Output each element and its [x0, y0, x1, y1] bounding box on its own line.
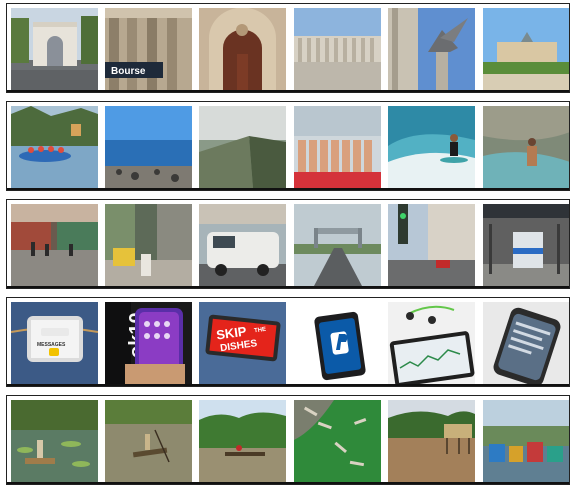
thumb-market-street[interactable]: [11, 204, 98, 286]
thumb-highway-gate[interactable]: [294, 204, 381, 286]
image-row-2: [6, 101, 570, 191]
thumb-river-raft-wading[interactable]: [11, 400, 98, 482]
thumb-coastal-wall[interactable]: [199, 106, 286, 188]
thumb-beach-shore[interactable]: [105, 106, 192, 188]
thumb-surfer-wave[interactable]: [388, 106, 475, 188]
thumb-earbuds-tablet[interactable]: [388, 302, 475, 384]
thumb-phone-in-hand[interactable]: ok10: [105, 302, 192, 384]
thumb-stilt-houses-river[interactable]: [388, 400, 475, 482]
thumb-phone-on-desk[interactable]: [483, 302, 569, 384]
thumb-boatman-river[interactable]: [105, 400, 192, 482]
thumb-palace-lawn[interactable]: [483, 8, 569, 90]
thumb-white-van[interactable]: [199, 204, 286, 286]
thumb-bus-station[interactable]: [483, 204, 569, 286]
thumb-longboat-jungle[interactable]: [199, 400, 286, 482]
thumb-phone-in-pocket[interactable]: MESSAGES: [11, 302, 98, 384]
thumb-aerial-boats[interactable]: [294, 400, 381, 482]
thumb-water-slide[interactable]: [483, 106, 569, 188]
thumb-colonnade-square[interactable]: [294, 8, 381, 90]
thumb-winged-lion-column[interactable]: [388, 8, 475, 90]
image-row-4: MESSAGES ok10 SKIP THE DISHES: [6, 297, 570, 387]
thumb-rowing-team[interactable]: [294, 106, 381, 188]
image-row-1: Bourse: [6, 3, 570, 93]
messages-app-label: MESSAGES: [37, 342, 66, 348]
thumb-rickshaw-lane[interactable]: [105, 204, 192, 286]
image-row-5: [6, 395, 570, 485]
thumb-paypal-phone[interactable]: [294, 302, 381, 384]
bourse-sign-text: Bourse: [111, 66, 146, 77]
thumb-phone-skip-dishes[interactable]: SKIP THE DISHES: [199, 302, 286, 384]
thumb-arch-gate[interactable]: [11, 8, 98, 90]
thumb-city-traffic[interactable]: [388, 204, 475, 286]
thumb-carved-doorway[interactable]: [199, 8, 286, 90]
image-row-3: [6, 199, 570, 289]
thumb-bourse-building[interactable]: Bourse: [105, 8, 192, 90]
thumb-fishing-harbor[interactable]: [483, 400, 569, 482]
thumb-raft-river[interactable]: [11, 106, 98, 188]
